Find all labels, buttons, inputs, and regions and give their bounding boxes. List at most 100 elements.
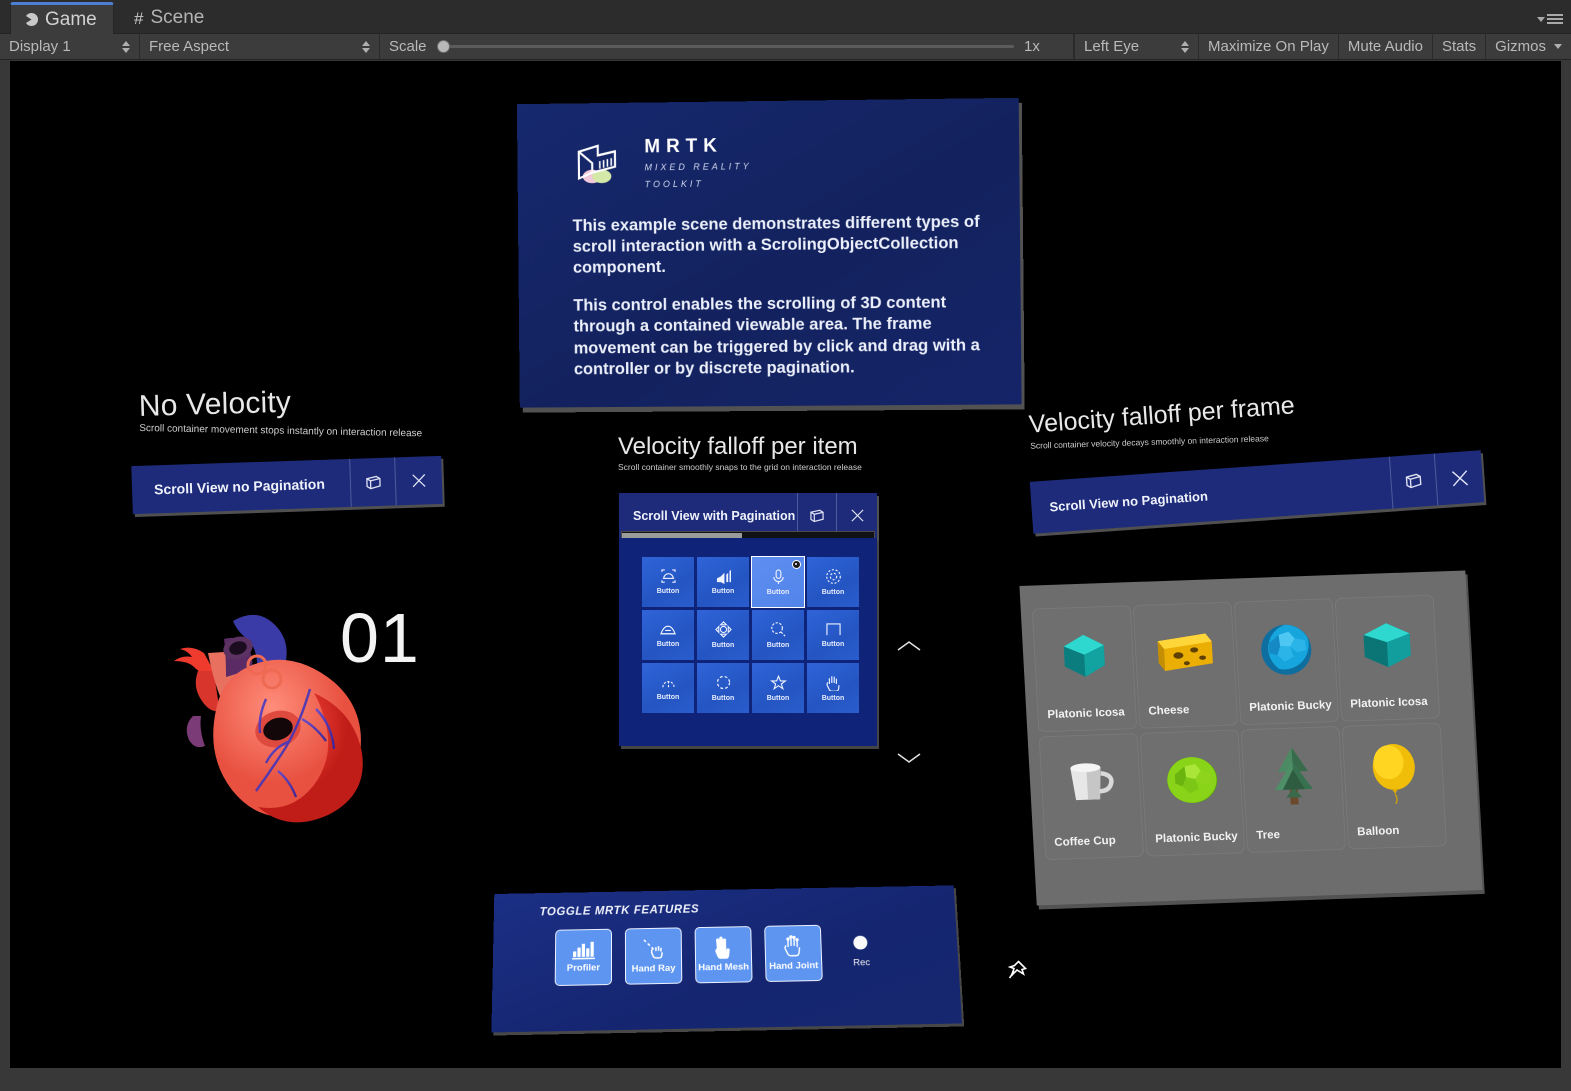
touch-icon xyxy=(660,676,677,690)
rec-indicator[interactable]: Rec xyxy=(852,935,870,968)
grid-button[interactable]: Button xyxy=(697,610,749,660)
scrollview-body-right[interactable]: Platonic Icosa Cheese Platonic Bucky Pla… xyxy=(1019,570,1483,906)
grid-button-selected[interactable]: Button xyxy=(751,556,805,608)
grid-button[interactable]: Button xyxy=(807,610,859,660)
grid-button-label: Button xyxy=(766,695,790,702)
follow-me-icon[interactable] xyxy=(349,457,397,507)
grid-button[interactable]: Button xyxy=(807,557,859,607)
object-grid: Platonic Icosa Cheese Platonic Bucky Pla… xyxy=(1031,594,1448,861)
low-poly-tree-icon xyxy=(1241,738,1344,815)
maximize-on-play-toggle[interactable]: Maximize On Play xyxy=(1198,34,1338,59)
grid-button-label: Button xyxy=(656,588,680,595)
tab-game[interactable]: Game xyxy=(10,2,114,34)
aspect-dropdown[interactable]: Free Aspect xyxy=(140,34,380,59)
toggle-hand-ray-button[interactable]: Hand Ray xyxy=(624,927,683,985)
mute-audio-label: Mute Audio xyxy=(1347,38,1423,55)
mute-audio-toggle[interactable]: Mute Audio xyxy=(1337,34,1432,59)
buckyball-blue-icon xyxy=(1234,610,1337,687)
game-view-toolbar: Display 1 Free Aspect Scale 1x Left Eye … xyxy=(0,34,1571,60)
mrtk-logo: MRTK MIXED REALITY TOOLKIT xyxy=(573,132,988,192)
section-caption-no-velocity: No Velocity Scroll container movement st… xyxy=(138,382,422,440)
object-label: Tree xyxy=(1255,829,1281,842)
scrollview-body-center[interactable]: Button Button Button Button Button Butto… xyxy=(619,538,877,746)
mrtk-info-text: This example scene demonstrates differen… xyxy=(572,212,994,380)
object-card[interactable]: Balloon xyxy=(1341,722,1448,850)
hand-ray-icon xyxy=(641,938,665,960)
mrtk-sub-line2: TOOLKIT xyxy=(644,178,704,189)
eye-dropdown-label: Left Eye xyxy=(1084,38,1140,55)
object-card[interactable]: Platonic Icosa xyxy=(1031,605,1138,733)
grid-button-label: Button xyxy=(711,642,735,649)
object-label: Balloon xyxy=(1356,824,1400,839)
grid-button[interactable]: Button xyxy=(807,663,859,713)
cheese-block-icon xyxy=(1133,614,1236,691)
maximize-on-play-label: Maximize On Play xyxy=(1208,38,1329,55)
rotate-icon xyxy=(715,674,732,691)
close-icon[interactable] xyxy=(395,456,443,505)
profiler-bars-icon xyxy=(571,941,595,960)
scrollview-title: Scroll View no Pagination xyxy=(1048,487,1209,514)
display-dropdown[interactable]: Display 1 xyxy=(0,34,140,59)
toggle-hand-joint-button[interactable]: Hand Joint xyxy=(764,924,823,983)
chevron-down-icon xyxy=(1554,44,1562,49)
scale-slider-knob[interactable] xyxy=(436,40,450,53)
grid-button-label: Button xyxy=(711,588,735,595)
scale-slider-track xyxy=(436,45,1015,48)
grid-button[interactable]: Button xyxy=(697,557,749,607)
gizmos-label: Gizmos xyxy=(1495,38,1546,55)
volume-up-icon xyxy=(715,569,732,584)
chevron-up-icon xyxy=(897,641,921,651)
chevron-down-icon xyxy=(897,753,921,763)
grid-button[interactable]: Button xyxy=(642,663,694,713)
object-card[interactable]: Coffee Cup xyxy=(1038,732,1145,861)
tab-game-label: Game xyxy=(45,8,97,30)
panel-options-menu-icon[interactable] xyxy=(1537,14,1563,24)
chevron-updown-icon xyxy=(1181,40,1190,53)
manipulation-icon xyxy=(714,621,732,638)
unity-scene-grid-icon: # xyxy=(134,8,144,28)
search-icon xyxy=(770,621,787,638)
aspect-dropdown-label: Free Aspect xyxy=(149,38,230,55)
object-card[interactable]: Platonic Bucky xyxy=(1233,598,1340,726)
object-card[interactable]: Platonic Icosa xyxy=(1334,594,1441,722)
stats-label: Stats xyxy=(1441,38,1477,55)
icosahedron-teal-icon xyxy=(1032,617,1135,694)
close-icon[interactable] xyxy=(1435,450,1485,505)
grid-button[interactable]: Button xyxy=(752,610,804,660)
grid-button-label: Button xyxy=(821,589,845,596)
scrollview-header-left: Scroll View no Pagination xyxy=(131,455,443,515)
grid-button-label: Button xyxy=(711,695,735,702)
object-card[interactable]: Platonic Bucky xyxy=(1139,729,1246,857)
heart-model xyxy=(138,601,398,831)
pager-down-button[interactable] xyxy=(896,751,922,765)
grid-button-label: Button xyxy=(821,695,845,702)
bounding-box-icon xyxy=(660,569,677,584)
gizmos-dropdown[interactable]: Gizmos xyxy=(1485,34,1571,59)
tab-scene-label: Scene xyxy=(150,7,205,28)
grid-button[interactable]: Button xyxy=(642,610,694,660)
mrtk-wordmark: MRTK MIXED REALITY TOOLKIT xyxy=(644,135,752,191)
toggle-profiler-button[interactable]: Profiler xyxy=(554,928,612,987)
editor-tabbar: Game # Scene xyxy=(0,0,1571,34)
section-caption-per-item: Velocity falloff per item Scroll contain… xyxy=(618,433,862,472)
grid-button[interactable]: Button xyxy=(642,557,694,607)
stats-toggle[interactable]: Stats xyxy=(1431,34,1485,59)
follow-me-icon[interactable] xyxy=(1388,453,1439,509)
icosahedron-teal-icon xyxy=(1335,607,1438,684)
info-paragraph-2: This control enables the scrolling of 3D… xyxy=(573,293,980,379)
tab-scene[interactable]: # Scene xyxy=(120,2,220,34)
object-card[interactable]: Cheese xyxy=(1132,601,1239,729)
toggle-hand-mesh-button[interactable]: Hand Mesh xyxy=(694,926,753,984)
object-card[interactable]: Tree xyxy=(1240,725,1347,854)
grid-button[interactable]: Button xyxy=(697,663,749,713)
scale-control[interactable]: Scale 1x xyxy=(380,34,1075,59)
scrollview-title: Scroll View with Pagination xyxy=(633,508,796,523)
hand-mesh-icon xyxy=(712,936,734,959)
game-viewport[interactable]: MRTK MIXED REALITY TOOLKIT This example … xyxy=(10,61,1561,1068)
grid-button[interactable]: Button xyxy=(752,663,804,713)
pager-up-button[interactable] xyxy=(896,639,922,653)
info-paragraph-1: This example scene demonstrates differen… xyxy=(572,212,980,278)
object-label: Platonic Bucky xyxy=(1249,699,1333,715)
eye-dropdown[interactable]: Left Eye xyxy=(1074,34,1198,59)
scale-slider[interactable] xyxy=(436,39,1015,55)
